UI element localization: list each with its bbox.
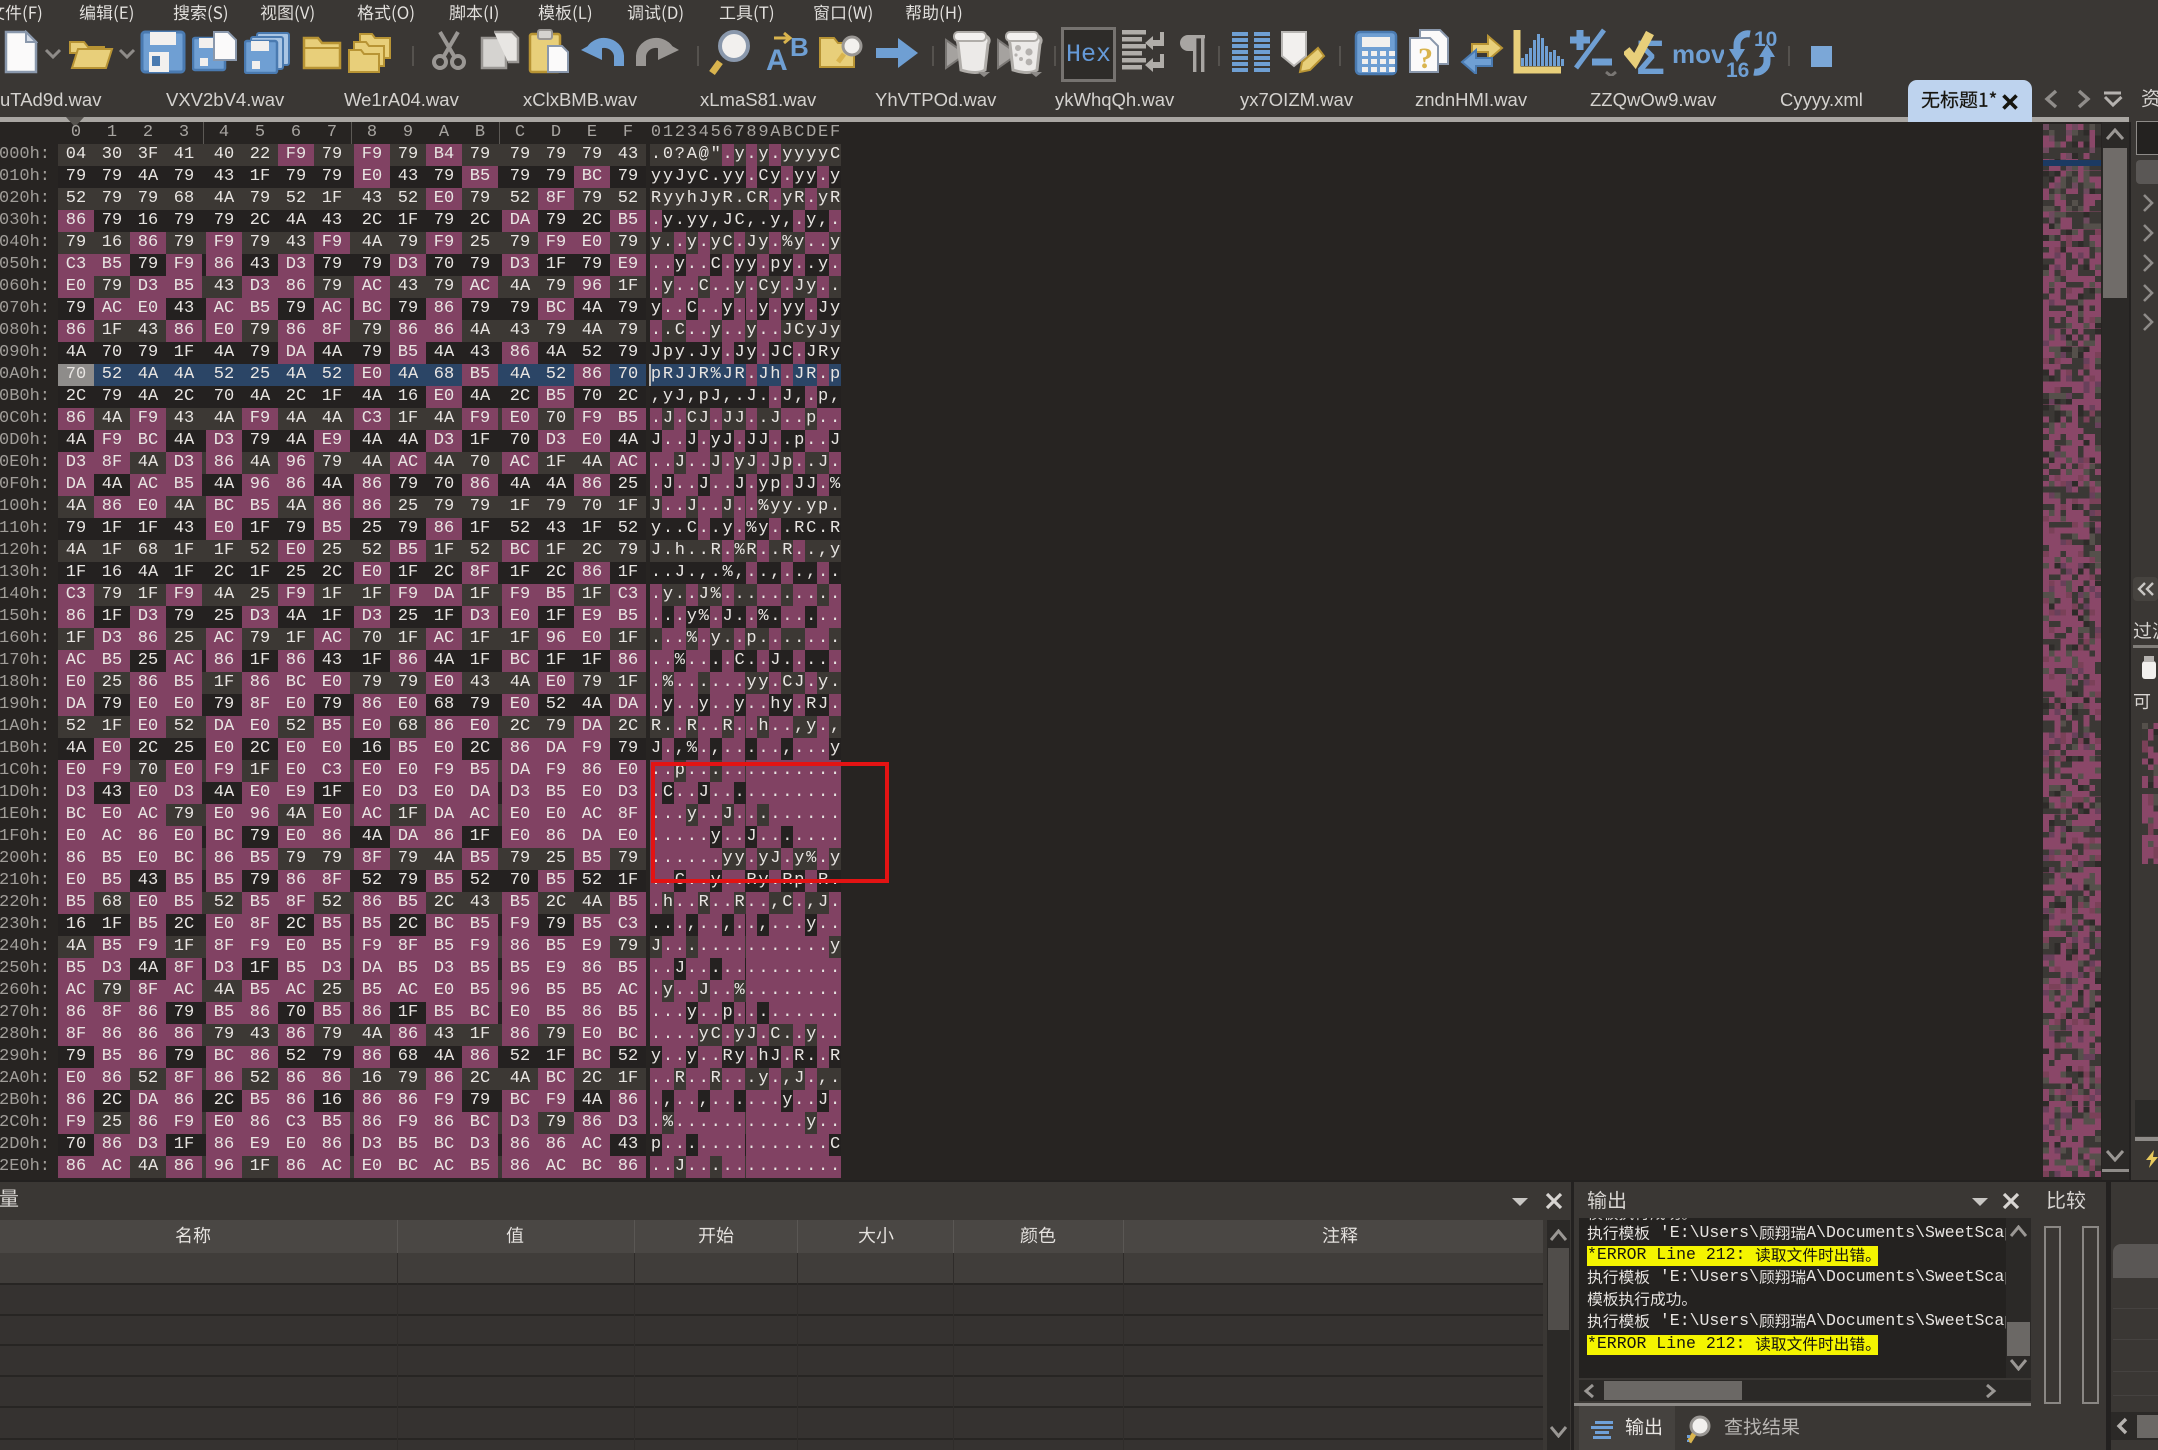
svg-text:16: 16 — [1726, 59, 1749, 78]
svg-text:A: A — [766, 44, 788, 74]
svg-text:mov: mov — [1672, 42, 1724, 68]
svg-text:?: ? — [1418, 42, 1433, 75]
svg-text:B: B — [790, 32, 809, 62]
